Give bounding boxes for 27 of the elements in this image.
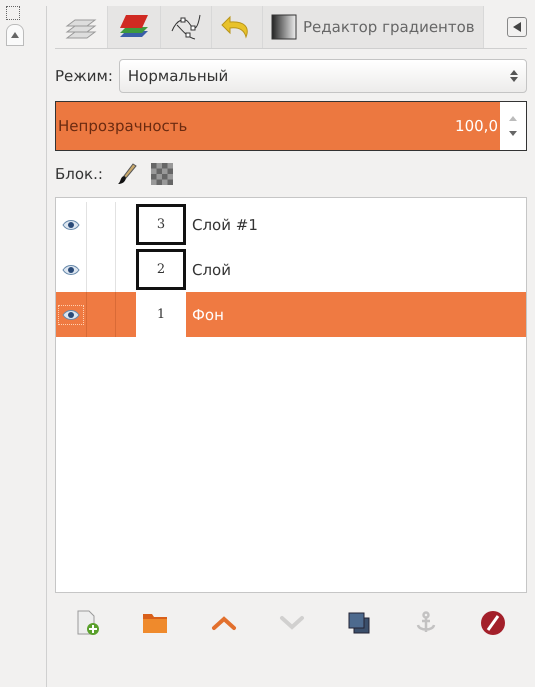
layer-thumbnail: 3 bbox=[136, 204, 186, 245]
down-arrow-icon bbox=[510, 77, 518, 82]
paths-tab[interactable] bbox=[161, 6, 212, 48]
mode-dropdown[interactable]: Нормальный bbox=[118, 59, 527, 93]
gradient-tab[interactable]: Редактор градиентов bbox=[263, 6, 484, 48]
menu-icon[interactable] bbox=[507, 17, 527, 37]
down-arrow-icon[interactable] bbox=[509, 131, 517, 136]
layer-row[interactable]: 3 Слой #1 bbox=[56, 202, 526, 247]
eye-icon[interactable] bbox=[59, 306, 83, 324]
layer-thumbnail: 2 bbox=[136, 249, 186, 290]
gradient-icon bbox=[271, 14, 297, 40]
layer-name: Фон bbox=[192, 306, 224, 324]
brush-icon[interactable] bbox=[116, 163, 137, 185]
lock-label: Блок.: bbox=[55, 165, 103, 183]
up-arrow-icon bbox=[11, 32, 19, 38]
layer-thumbnail: 1 bbox=[136, 292, 186, 337]
checkerboard-icon[interactable] bbox=[150, 163, 173, 185]
layer-row[interactable]: 1 Фон bbox=[56, 292, 526, 337]
scroll-up-button[interactable] bbox=[6, 24, 24, 46]
layer-row[interactable]: 2 Слой bbox=[56, 247, 526, 292]
up-arrow-icon bbox=[510, 70, 518, 75]
mode-label: Режим: bbox=[55, 67, 113, 85]
zoom-icon[interactable] bbox=[6, 6, 20, 20]
layer-name: Слой bbox=[192, 260, 231, 278]
opacity-slider[interactable]: Непрозрачность 100,0 bbox=[55, 101, 527, 151]
layer-name: Слой #1 bbox=[192, 216, 258, 234]
channels-tab[interactable] bbox=[108, 6, 161, 48]
